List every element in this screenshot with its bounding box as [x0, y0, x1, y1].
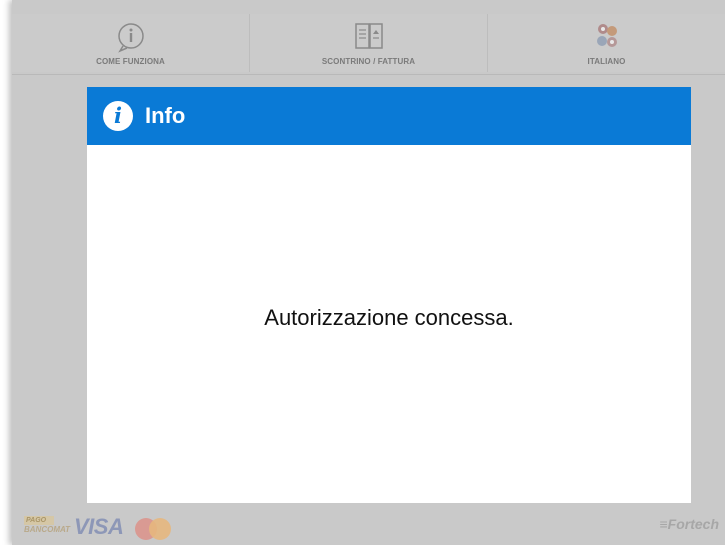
dialog-title: Info — [145, 103, 186, 128]
tab-label: COME FUNZIONA — [96, 57, 165, 66]
kiosk-screen: COME FUNZIONA SCONTRINO / FATTURA ITALIA… — [12, 0, 725, 545]
fortech-mark-icon: ≡ — [659, 516, 668, 532]
top-navigation: COME FUNZIONA SCONTRINO / FATTURA ITALIA… — [12, 14, 725, 72]
tab-come-funziona[interactable]: COME FUNZIONA — [12, 14, 250, 72]
info-icon: i — [103, 101, 133, 131]
payment-footer: PAGO BANCOMAT VISA ≡Fortech — [12, 508, 725, 545]
bancomat-label: BANCOMAT — [24, 525, 71, 534]
dialog-message: Autorizzazione concessa. — [264, 305, 514, 330]
pagobancomat-logo: PAGO BANCOMAT — [24, 516, 70, 538]
info-circle-icon — [117, 23, 144, 53]
mastercard-icon — [135, 518, 171, 540]
tab-scontrino-fattura[interactable]: SCONTRINO / FATTURA — [250, 14, 488, 72]
fortech-logo: ≡Fortech — [659, 516, 719, 532]
dialog-header: i Info — [87, 87, 691, 145]
fortech-brand: Fortech — [667, 516, 719, 532]
pago-label: PAGO — [24, 516, 54, 525]
topbar-divider — [12, 74, 725, 75]
tab-italiano[interactable]: ITALIANO — [488, 14, 725, 72]
info-dialog: i Info Autorizzazione concessa. — [87, 87, 691, 503]
tab-label: ITALIANO — [587, 57, 626, 66]
flags-icon — [596, 24, 617, 47]
visa-logo: VISA — [74, 514, 124, 539]
tab-label: SCONTRINO / FATTURA — [321, 57, 416, 66]
receipt-icon — [354, 23, 383, 49]
